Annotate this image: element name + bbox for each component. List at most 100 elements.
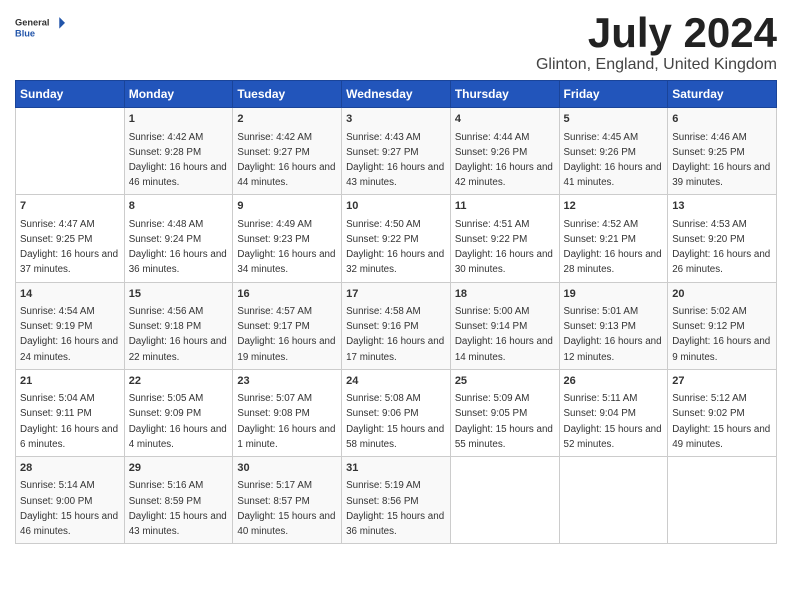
day-info: Sunrise: 4:42 AM Sunset: 9:27 PM Dayligh… bbox=[237, 132, 335, 189]
day-number: 12 bbox=[564, 199, 664, 214]
day-info: Sunrise: 5:04 AM Sunset: 9:11 PM Dayligh… bbox=[20, 393, 118, 450]
day-number: 2 bbox=[237, 112, 337, 127]
calendar-cell: 13 Sunrise: 4:53 AM Sunset: 9:20 PM Dayli… bbox=[668, 195, 777, 282]
day-info: Sunrise: 4:48 AM Sunset: 9:24 PM Dayligh… bbox=[129, 219, 227, 276]
calendar-cell bbox=[16, 108, 125, 195]
day-info: Sunrise: 4:53 AM Sunset: 9:20 PM Dayligh… bbox=[672, 219, 770, 276]
day-info: Sunrise: 5:01 AM Sunset: 9:13 PM Dayligh… bbox=[564, 306, 662, 363]
calendar-cell: 7 Sunrise: 4:47 AM Sunset: 9:25 PM Daylig… bbox=[16, 195, 125, 282]
day-number: 10 bbox=[346, 199, 446, 214]
day-number: 18 bbox=[455, 287, 555, 302]
day-number: 26 bbox=[564, 374, 664, 389]
calendar-cell: 27 Sunrise: 5:12 AM Sunset: 9:02 PM Dayli… bbox=[668, 369, 777, 456]
calendar-cell: 1 Sunrise: 4:42 AM Sunset: 9:28 PM Daylig… bbox=[124, 108, 233, 195]
day-number: 3 bbox=[346, 112, 446, 127]
day-number: 13 bbox=[672, 199, 772, 214]
day-info: Sunrise: 4:47 AM Sunset: 9:25 PM Dayligh… bbox=[20, 219, 118, 276]
day-info: Sunrise: 4:46 AM Sunset: 9:25 PM Dayligh… bbox=[672, 132, 770, 189]
day-number: 19 bbox=[564, 287, 664, 302]
day-info: Sunrise: 5:00 AM Sunset: 9:14 PM Dayligh… bbox=[455, 306, 553, 363]
day-number: 11 bbox=[455, 199, 555, 214]
day-number: 23 bbox=[237, 374, 337, 389]
day-number: 22 bbox=[129, 374, 229, 389]
day-number: 7 bbox=[20, 199, 120, 214]
calendar-cell: 6 Sunrise: 4:46 AM Sunset: 9:25 PM Daylig… bbox=[668, 108, 777, 195]
day-info: Sunrise: 4:50 AM Sunset: 9:22 PM Dayligh… bbox=[346, 219, 444, 276]
day-info: Sunrise: 5:02 AM Sunset: 9:12 PM Dayligh… bbox=[672, 306, 770, 363]
day-info: Sunrise: 4:45 AM Sunset: 9:26 PM Dayligh… bbox=[564, 132, 662, 189]
calendar-week-row: 1 Sunrise: 4:42 AM Sunset: 9:28 PM Daylig… bbox=[16, 108, 777, 195]
day-info: Sunrise: 4:58 AM Sunset: 9:16 PM Dayligh… bbox=[346, 306, 444, 363]
day-number: 5 bbox=[564, 112, 664, 127]
calendar-cell: 11Sunrise: 4:51 AM Sunset: 9:22 PM Dayli… bbox=[450, 195, 559, 282]
svg-text:Blue: Blue bbox=[15, 28, 35, 38]
day-info: Sunrise: 5:05 AM Sunset: 9:09 PM Dayligh… bbox=[129, 393, 227, 450]
day-number: 9 bbox=[237, 199, 337, 214]
day-number: 28 bbox=[20, 461, 120, 476]
title-area: July 2024 Glinton, England, United Kingd… bbox=[536, 10, 777, 74]
calendar-week-row: 21 Sunrise: 5:04 AM Sunset: 9:11 PM Dayli… bbox=[16, 369, 777, 456]
calendar-cell: 10 Sunrise: 4:50 AM Sunset: 9:22 PM Dayli… bbox=[342, 195, 451, 282]
day-number: 15 bbox=[129, 287, 229, 302]
day-number: 25 bbox=[455, 374, 555, 389]
calendar-day-header: Friday bbox=[559, 81, 668, 108]
day-info: Sunrise: 5:07 AM Sunset: 9:08 PM Dayligh… bbox=[237, 393, 335, 450]
day-number: 31 bbox=[346, 461, 446, 476]
day-info: Sunrise: 5:14 AM Sunset: 9:00 PM Dayligh… bbox=[20, 480, 118, 537]
day-info: Sunrise: 4:44 AM Sunset: 9:26 PM Dayligh… bbox=[455, 132, 553, 189]
calendar-cell: 30 Sunrise: 5:17 AM Sunset: 8:57 PM Dayli… bbox=[233, 457, 342, 544]
day-info: Sunrise: 5:17 AM Sunset: 8:57 PM Dayligh… bbox=[237, 480, 335, 537]
day-number: 6 bbox=[672, 112, 772, 127]
day-info: Sunrise: 4:54 AM Sunset: 9:19 PM Dayligh… bbox=[20, 306, 118, 363]
calendar-cell bbox=[559, 457, 668, 544]
calendar-header-row: SundayMondayTuesdayWednesdayThursdayFrid… bbox=[16, 81, 777, 108]
calendar-cell: 21 Sunrise: 5:04 AM Sunset: 9:11 PM Dayli… bbox=[16, 369, 125, 456]
header: General Blue July 2024 Glinton, England,… bbox=[15, 10, 777, 74]
calendar-cell: 23 Sunrise: 5:07 AM Sunset: 9:08 PM Dayli… bbox=[233, 369, 342, 456]
calendar-day-header: Tuesday bbox=[233, 81, 342, 108]
day-info: Sunrise: 5:09 AM Sunset: 9:05 PM Dayligh… bbox=[455, 393, 553, 450]
calendar-cell: 28 Sunrise: 5:14 AM Sunset: 9:00 PM Dayli… bbox=[16, 457, 125, 544]
calendar-cell: 5 Sunrise: 4:45 AM Sunset: 9:26 PM Daylig… bbox=[559, 108, 668, 195]
calendar-cell bbox=[450, 457, 559, 544]
calendar-cell: 31 Sunrise: 5:19 AM Sunset: 8:56 PM Dayli… bbox=[342, 457, 451, 544]
day-number: 8 bbox=[129, 199, 229, 214]
calendar-cell: 22 Sunrise: 5:05 AM Sunset: 9:09 PM Dayli… bbox=[124, 369, 233, 456]
calendar-cell: 2 Sunrise: 4:42 AM Sunset: 9:27 PM Daylig… bbox=[233, 108, 342, 195]
day-info: Sunrise: 5:19 AM Sunset: 8:56 PM Dayligh… bbox=[346, 480, 444, 537]
day-number: 14 bbox=[20, 287, 120, 302]
day-info: Sunrise: 4:42 AM Sunset: 9:28 PM Dayligh… bbox=[129, 132, 227, 189]
day-number: 4 bbox=[455, 112, 555, 127]
month-year-title: July 2024 bbox=[536, 10, 777, 56]
day-number: 21 bbox=[20, 374, 120, 389]
calendar-week-row: 7 Sunrise: 4:47 AM Sunset: 9:25 PM Daylig… bbox=[16, 195, 777, 282]
calendar-cell: 3Sunrise: 4:43 AM Sunset: 9:27 PM Daylig… bbox=[342, 108, 451, 195]
day-info: Sunrise: 4:52 AM Sunset: 9:21 PM Dayligh… bbox=[564, 219, 662, 276]
day-number: 30 bbox=[237, 461, 337, 476]
day-number: 29 bbox=[129, 461, 229, 476]
logo-svg: General Blue bbox=[15, 10, 65, 45]
day-number: 16 bbox=[237, 287, 337, 302]
calendar-cell: 19 Sunrise: 5:01 AM Sunset: 9:13 PM Dayli… bbox=[559, 282, 668, 369]
day-number: 1 bbox=[129, 112, 229, 127]
calendar-cell: 17 Sunrise: 4:58 AM Sunset: 9:16 PM Dayli… bbox=[342, 282, 451, 369]
day-info: Sunrise: 5:08 AM Sunset: 9:06 PM Dayligh… bbox=[346, 393, 444, 450]
day-info: Sunrise: 4:56 AM Sunset: 9:18 PM Dayligh… bbox=[129, 306, 227, 363]
day-info: Sunrise: 5:12 AM Sunset: 9:02 PM Dayligh… bbox=[672, 393, 770, 450]
calendar-cell: 12 Sunrise: 4:52 AM Sunset: 9:21 PM Dayli… bbox=[559, 195, 668, 282]
calendar-cell: 14 Sunrise: 4:54 AM Sunset: 9:19 PM Dayli… bbox=[16, 282, 125, 369]
day-number: 27 bbox=[672, 374, 772, 389]
location-subtitle: Glinton, England, United Kingdom bbox=[536, 56, 777, 74]
svg-text:General: General bbox=[15, 18, 50, 28]
day-info: Sunrise: 4:49 AM Sunset: 9:23 PM Dayligh… bbox=[237, 219, 335, 276]
day-info: Sunrise: 4:57 AM Sunset: 9:17 PM Dayligh… bbox=[237, 306, 335, 363]
day-number: 24 bbox=[346, 374, 446, 389]
calendar-cell bbox=[668, 457, 777, 544]
calendar-cell: 18 Sunrise: 5:00 AM Sunset: 9:14 PM Dayli… bbox=[450, 282, 559, 369]
calendar-cell: 15 Sunrise: 4:56 AM Sunset: 9:18 PM Dayli… bbox=[124, 282, 233, 369]
calendar-table: SundayMondayTuesdayWednesdayThursdayFrid… bbox=[15, 80, 777, 544]
calendar-cell: 9 Sunrise: 4:49 AM Sunset: 9:23 PM Daylig… bbox=[233, 195, 342, 282]
calendar-day-header: Wednesday bbox=[342, 81, 451, 108]
day-number: 17 bbox=[346, 287, 446, 302]
day-number: 20 bbox=[672, 287, 772, 302]
